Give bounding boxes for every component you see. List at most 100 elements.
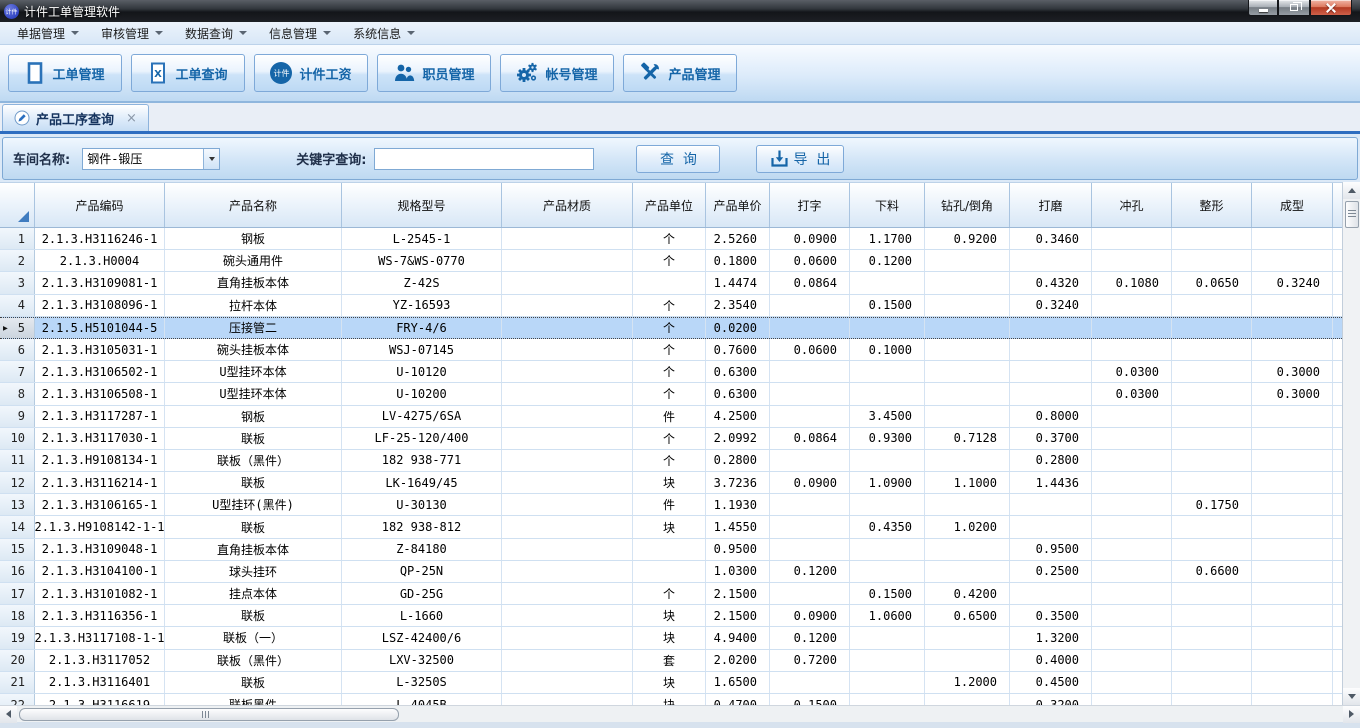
row-number[interactable]: 10 [0, 428, 35, 449]
table-row-7[interactable]: 72.1.3.H3106502-1U型挂环本体U-10120个0.63000.0… [0, 361, 1342, 383]
column-header-xialiao[interactable]: 下料 [850, 183, 925, 227]
product-manage-button[interactable]: 产品管理 [623, 54, 737, 92]
column-header-zhengxing[interactable]: 整形 [1172, 183, 1252, 227]
row-number[interactable]: 14 [0, 516, 35, 537]
column-header-zuankong-daojiao[interactable]: 钻孔/倒角 [925, 183, 1010, 227]
menu-item-4[interactable]: 信息管理 [258, 22, 342, 45]
tab-product-process-query[interactable]: 产品工序查询 × [2, 104, 149, 131]
table-row-8[interactable]: 82.1.3.H3106508-1U型挂环本体U-10200个0.63000.0… [0, 383, 1342, 405]
column-header-chengxing[interactable]: 成型 [1252, 183, 1333, 227]
cell-zhengxing [1172, 228, 1252, 249]
menu-item-2[interactable]: 审核管理 [90, 22, 174, 45]
vertical-scrollbar[interactable] [1342, 182, 1360, 705]
table-row-12[interactable]: 122.1.3.H3116214-1联板LK-1649/45块3.72360.0… [0, 472, 1342, 494]
cell-unit: 个 [633, 428, 706, 449]
row-number[interactable]: 7 [0, 361, 35, 382]
menu-item-1[interactable]: 单据管理 [6, 22, 90, 45]
table-row-4[interactable]: 42.1.3.H3108096-1拉杆本体YZ-16593个2.35400.15… [0, 295, 1342, 317]
vertical-scroll-thumb[interactable] [1345, 201, 1359, 228]
row-number[interactable]: 16 [0, 561, 35, 582]
row-number[interactable]: 13 [0, 494, 35, 515]
keyword-input[interactable] [374, 148, 594, 170]
row-number[interactable]: 15 [0, 539, 35, 560]
horizontal-scroll-thumb[interactable] [19, 708, 399, 721]
horizontal-scrollbar[interactable] [0, 705, 1360, 722]
row-number[interactable]: 12 [0, 472, 35, 493]
row-number[interactable]: 20 [0, 650, 35, 671]
row-number[interactable]: 19 [0, 627, 35, 648]
row-number[interactable]: 21 [0, 672, 35, 693]
table-row-9[interactable]: 92.1.3.H3117287-1钢板LV-4275/6SA件4.25003.4… [0, 406, 1342, 428]
minimize-button[interactable] [1248, 0, 1278, 16]
table-row-2[interactable]: 22.1.3.H0004碗头通用件WS-7&WS-0770个0.18000.06… [0, 250, 1342, 272]
restore-button[interactable] [1278, 0, 1310, 16]
row-number[interactable]: 4 [0, 295, 35, 316]
table-row-1[interactable]: 12.1.3.H3116246-1钢板L-2545-1个2.52600.0900… [0, 228, 1342, 250]
row-number[interactable]: 2 [0, 250, 35, 271]
cell-chongkong [1092, 516, 1172, 537]
export-button[interactable]: 导 出 [756, 145, 844, 173]
query-button[interactable]: 查 询 [636, 145, 720, 173]
table-row-13[interactable]: 132.1.3.H3106165-1U型挂环(黑件)U-30130件1.1930… [0, 494, 1342, 516]
row-number[interactable]: 8 [0, 383, 35, 404]
scroll-up-button[interactable] [1343, 182, 1360, 199]
people-icon [393, 63, 415, 83]
row-number[interactable]: 9 [0, 406, 35, 427]
workshop-dropdown-button[interactable] [203, 149, 219, 169]
table-row-3[interactable]: 32.1.3.H3109081-1直角挂板本体Z-42S1.44740.0864… [0, 272, 1342, 294]
table-row-18[interactable]: 182.1.3.H3116356-1联板L-1660块2.15000.09001… [0, 605, 1342, 627]
workorder-manage-button[interactable]: 工单管理 [8, 54, 122, 92]
row-number[interactable]: 22 [0, 694, 35, 705]
table-row-15[interactable]: 152.1.3.H3109048-1直角挂板本体Z-841800.95000.9… [0, 539, 1342, 561]
workshop-select[interactable]: 钢件-锻压 [82, 148, 220, 170]
menu-item-5[interactable]: 系统信息 [342, 22, 426, 45]
staff-manage-button[interactable]: 职员管理 [377, 54, 491, 92]
table-row-16[interactable]: 162.1.3.H3104100-1球头挂环QP-25N1.03000.1200… [0, 561, 1342, 583]
row-number[interactable]: 17 [0, 583, 35, 604]
select-all-corner[interactable] [0, 183, 35, 227]
cell-name: 碗头挂板本体 [165, 339, 342, 360]
row-number[interactable]: 11 [0, 450, 35, 471]
column-header-damo[interactable]: 打磨 [1010, 183, 1092, 227]
table-row-22[interactable]: 222.1.3.H3116619联板黑件L-4045B块0.47000.1500… [0, 694, 1342, 705]
scroll-right-button[interactable] [1343, 706, 1360, 723]
column-header-name[interactable]: 产品名称 [165, 183, 342, 227]
account-manage-button[interactable]: 帐号管理 [500, 54, 614, 92]
row-number[interactable]: ▶5 [0, 318, 35, 338]
column-header-dazi[interactable]: 打字 [770, 183, 850, 227]
column-header-price[interactable]: 产品单价 [706, 183, 770, 227]
table-row-17[interactable]: 172.1.3.H3101082-1挂点本体GD-25G个2.15000.150… [0, 583, 1342, 605]
table-row-6[interactable]: 62.1.3.H3105031-1碗头挂板本体WSJ-07145个0.76000… [0, 339, 1342, 361]
column-header-unit[interactable]: 产品单位 [633, 183, 706, 227]
table-row-21[interactable]: 212.1.3.H3116401联板L-3250S块1.65001.20000.… [0, 672, 1342, 694]
column-header-spec[interactable]: 规格型号 [342, 183, 502, 227]
scroll-left-button[interactable] [0, 706, 17, 723]
table-row-5[interactable]: ▶52.1.5.H5101044-5压接管二FRY-4/6个0.0200 [0, 317, 1342, 339]
workorder-query-button[interactable]: X 工单查询 [131, 54, 245, 92]
row-number[interactable]: 3 [0, 272, 35, 293]
table-row-14[interactable]: 142.1.3.H9108142-1-1联板182 938-812块1.4550… [0, 516, 1342, 538]
cell-code: 2.1.3.H3116401 [35, 672, 165, 693]
row-number-label: 19 [11, 631, 25, 645]
tab-close-icon[interactable]: × [126, 111, 137, 126]
scroll-down-button[interactable] [1343, 688, 1360, 705]
table-row-20[interactable]: 202.1.3.H3117052联板（黑件）LXV-32500套2.02000.… [0, 650, 1342, 672]
cell-spec: U-10200 [342, 383, 502, 404]
row-number[interactable]: 1 [0, 228, 35, 249]
row-number-label: 16 [11, 564, 25, 578]
column-header-material[interactable]: 产品材质 [502, 183, 633, 227]
table-row-19[interactable]: 192.1.3.H3117108-1-1联板（一）LSZ-42400/6块4.9… [0, 627, 1342, 649]
piecework-wage-button[interactable]: 计件 计件工资 [254, 54, 368, 92]
row-number[interactable]: 6 [0, 339, 35, 360]
column-header-code[interactable]: 产品编码 [35, 183, 165, 227]
menu-item-3[interactable]: 数据查询 [174, 22, 258, 45]
svg-text:X: X [155, 69, 163, 80]
column-header-chongkong[interactable]: 冲孔 [1092, 183, 1172, 227]
table-row-10[interactable]: 102.1.3.H3117030-1联板LF-25-120/400个2.0992… [0, 428, 1342, 450]
row-number-label: 4 [18, 298, 25, 312]
close-button[interactable] [1310, 0, 1352, 16]
table-row-11[interactable]: 112.1.3.H9108134-1联板（黑件）182 938-771个0.28… [0, 450, 1342, 472]
row-number[interactable]: 18 [0, 605, 35, 626]
cell-code: 2.1.3.H9108134-1 [35, 450, 165, 471]
cell-name: 联板 [165, 516, 342, 537]
